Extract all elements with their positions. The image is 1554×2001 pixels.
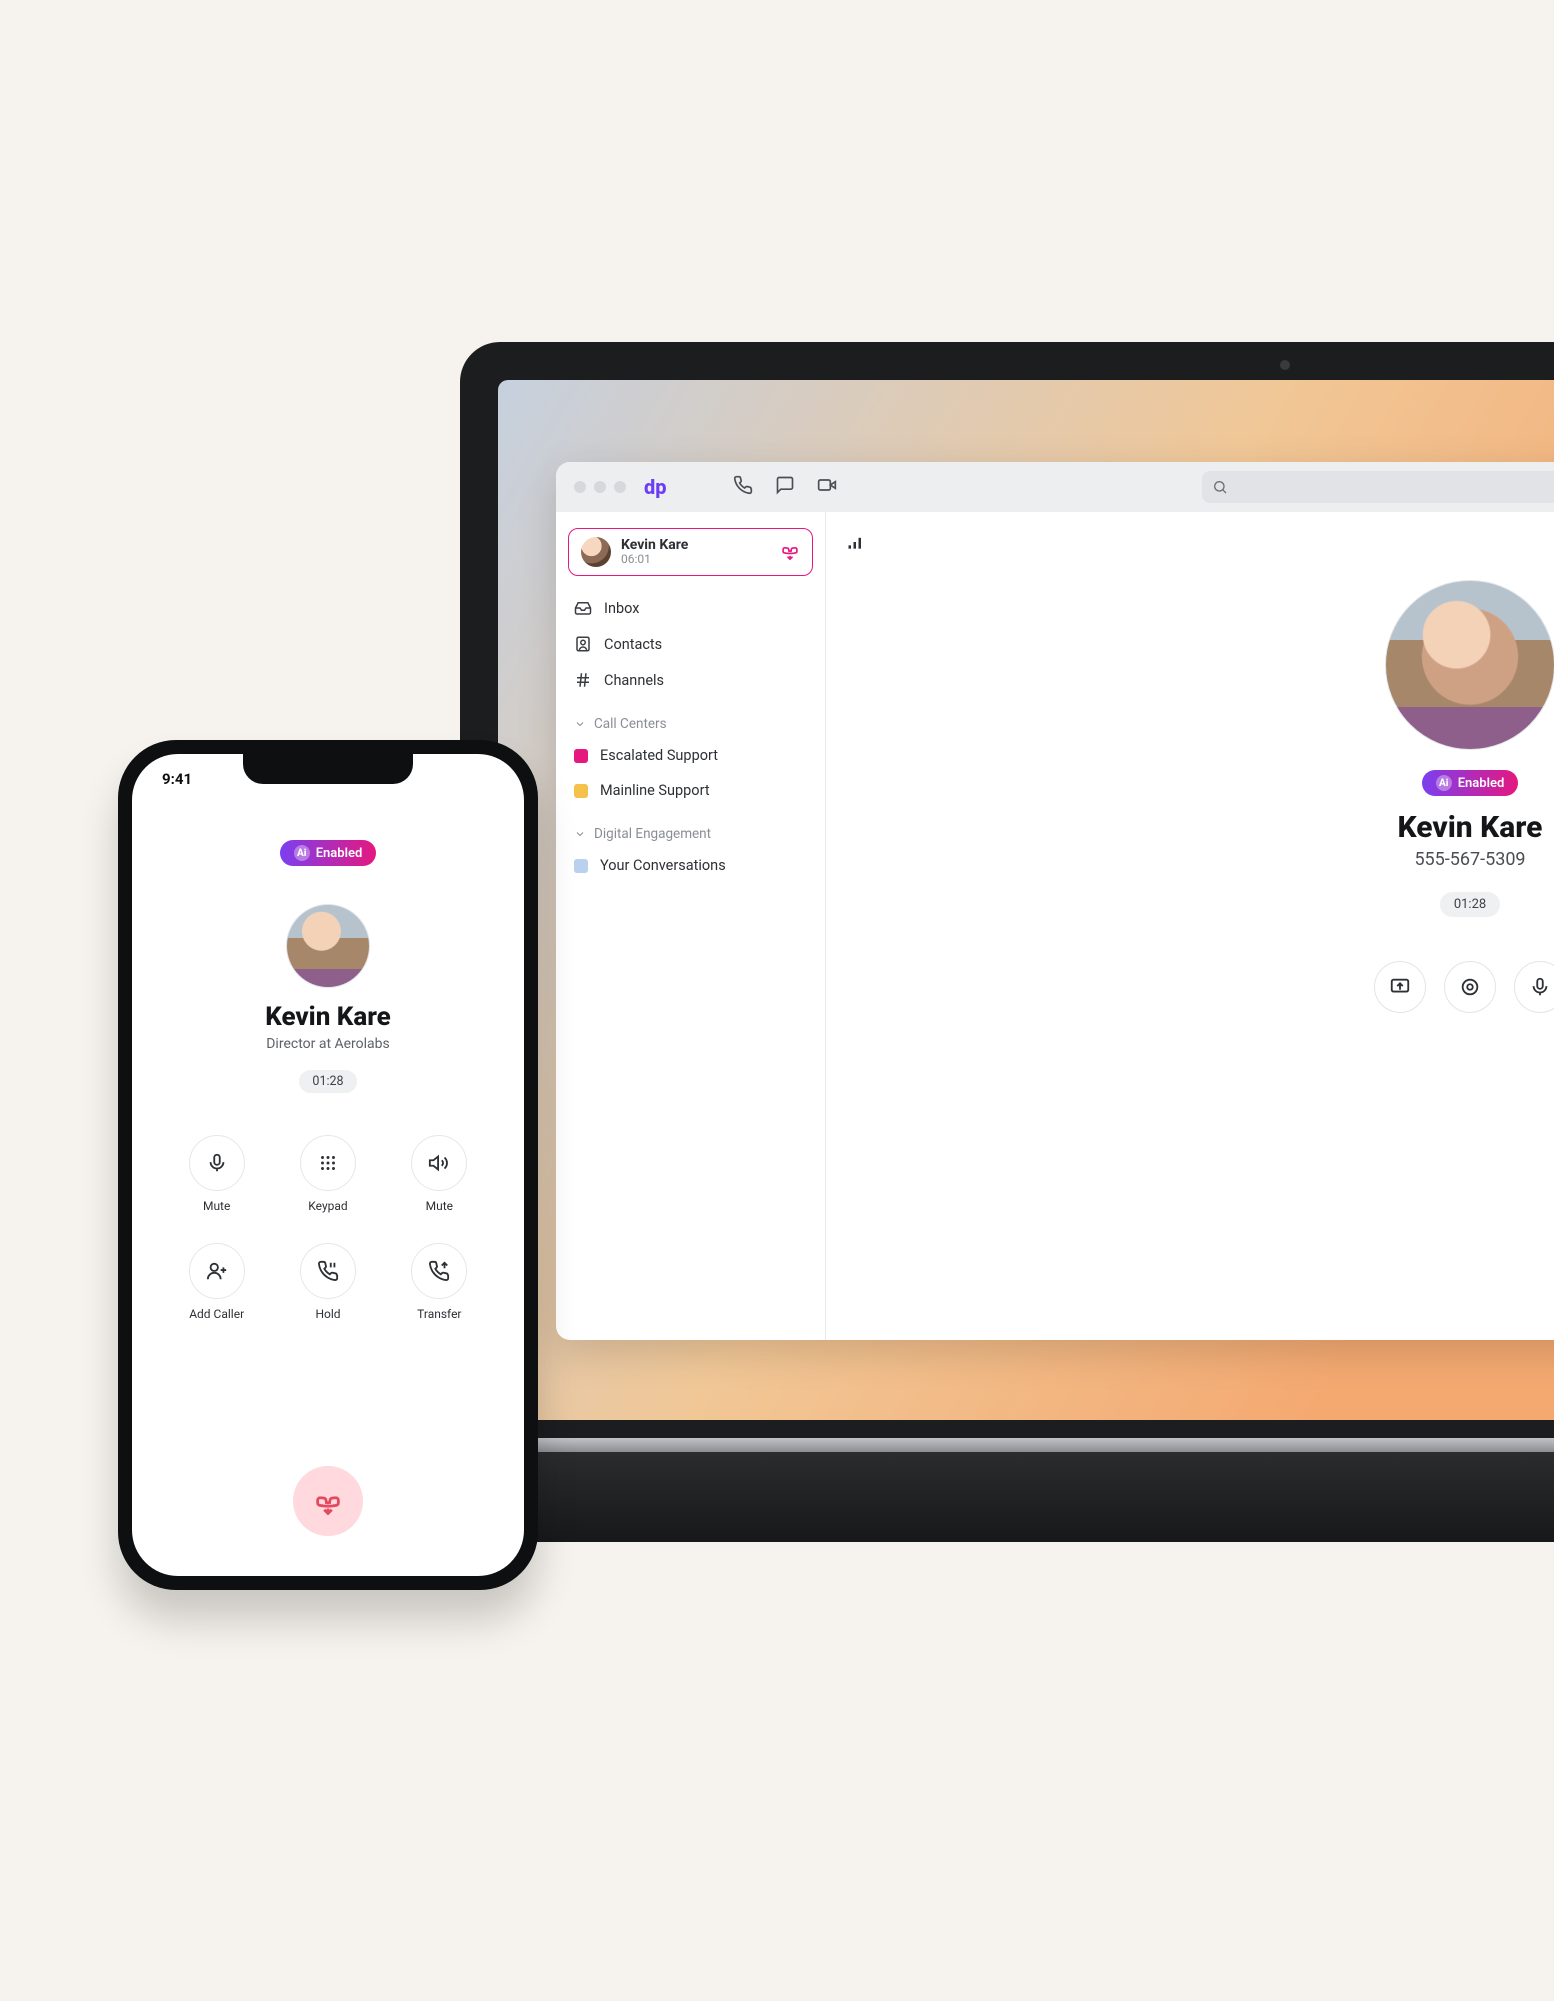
record-button[interactable] bbox=[1444, 961, 1496, 1013]
video-icon[interactable] bbox=[817, 475, 837, 499]
section-call-centers[interactable]: Call Centers bbox=[568, 698, 813, 738]
section-label: Call Centers bbox=[594, 716, 667, 732]
call-actions bbox=[1260, 961, 1554, 1013]
nav-inbox[interactable]: Inbox bbox=[568, 590, 813, 626]
contact-name: Kevin Kare bbox=[1260, 810, 1554, 845]
screenshare-button[interactable] bbox=[1374, 961, 1426, 1013]
color-swatch bbox=[574, 749, 588, 763]
action-label: Hold bbox=[315, 1307, 340, 1321]
app-logo: dp bbox=[644, 475, 667, 499]
section-digital[interactable]: Digital Engagement bbox=[568, 808, 813, 848]
traffic-light-min[interactable] bbox=[594, 481, 606, 493]
traffic-light-close[interactable] bbox=[574, 481, 586, 493]
contact-phone: 555-567-5309 bbox=[1260, 849, 1554, 870]
signal-icon bbox=[846, 537, 866, 556]
ai-enabled-badge: Ai Enabled bbox=[280, 840, 377, 866]
hangup-icon[interactable] bbox=[780, 540, 800, 564]
cc-mainline[interactable]: Mainline Support bbox=[568, 773, 813, 808]
ai-badge-label: Enabled bbox=[1458, 776, 1505, 791]
app-window: dp bbox=[556, 462, 1554, 1340]
contact-title: Director at Aerolabs bbox=[132, 1036, 524, 1052]
section-label: Digital Engagement bbox=[594, 826, 711, 842]
action-label: Mute bbox=[426, 1199, 453, 1213]
speaker-button[interactable] bbox=[411, 1135, 467, 1191]
hold-button[interactable] bbox=[300, 1243, 356, 1299]
call-timer: 01:28 bbox=[1440, 892, 1500, 917]
action-label: Mute bbox=[203, 1199, 230, 1213]
phone-frame: 9:41 Ai Enabled Kevin Kare Director at A… bbox=[118, 740, 538, 1590]
status-time: 9:41 bbox=[162, 770, 192, 788]
nav-label: Your Conversations bbox=[600, 857, 726, 874]
nav-contacts[interactable]: Contacts bbox=[568, 626, 813, 662]
laptop-screen: dp bbox=[498, 380, 1554, 1420]
call-timer: 01:28 bbox=[299, 1070, 356, 1093]
laptop-base bbox=[400, 1452, 1554, 1542]
action-label: Transfer bbox=[417, 1307, 461, 1321]
active-call-card[interactable]: Kevin Kare 06:01 bbox=[568, 528, 813, 576]
digital-your-conversations[interactable]: Your Conversations bbox=[568, 848, 813, 883]
ai-icon: Ai bbox=[294, 845, 310, 861]
call-duration: 06:01 bbox=[621, 553, 770, 567]
mute-button[interactable] bbox=[189, 1135, 245, 1191]
caller-name: Kevin Kare bbox=[621, 537, 770, 553]
color-swatch bbox=[574, 859, 588, 873]
nav-label: Contacts bbox=[604, 636, 662, 653]
nav-label: Inbox bbox=[604, 600, 639, 617]
traffic-light-max[interactable] bbox=[614, 481, 626, 493]
phone-action-grid: Mute Keypad Mute Add Caller bbox=[168, 1135, 488, 1321]
phone-notch bbox=[243, 754, 413, 784]
contact-profile: Ai Enabled Kevin Kare 555-567-5309 01:28 bbox=[1260, 580, 1554, 1013]
chat-icon[interactable] bbox=[775, 475, 795, 499]
transfer-button[interactable] bbox=[411, 1243, 467, 1299]
color-swatch bbox=[574, 784, 588, 798]
nav-label: Channels bbox=[604, 672, 664, 689]
nav-label: Mainline Support bbox=[600, 782, 710, 799]
search-input[interactable] bbox=[1202, 471, 1554, 503]
cc-escalated[interactable]: Escalated Support bbox=[568, 738, 813, 773]
keypad-button[interactable] bbox=[300, 1135, 356, 1191]
contact-avatar bbox=[286, 904, 370, 988]
chevron-down-icon bbox=[574, 828, 586, 840]
phone-screen: 9:41 Ai Enabled Kevin Kare Director at A… bbox=[132, 754, 524, 1576]
caller-avatar bbox=[581, 537, 611, 567]
main-area: Ai Enabled Kevin Kare 555-567-5309 01:28 bbox=[826, 512, 1554, 1340]
nav-channels[interactable]: Channels bbox=[568, 662, 813, 698]
ai-enabled-badge: Ai Enabled bbox=[1422, 770, 1519, 796]
action-label: Add Caller bbox=[189, 1307, 244, 1321]
laptop-camera bbox=[1280, 360, 1290, 370]
search-icon bbox=[1212, 479, 1228, 495]
contact-avatar bbox=[1385, 580, 1554, 750]
window-controls[interactable] bbox=[574, 481, 626, 493]
ai-icon: Ai bbox=[1436, 775, 1452, 791]
nav-label: Escalated Support bbox=[600, 747, 718, 764]
add-caller-button[interactable] bbox=[189, 1243, 245, 1299]
end-call-button[interactable] bbox=[293, 1466, 363, 1536]
laptop-frame: dp bbox=[460, 342, 1554, 1542]
phone-icon[interactable] bbox=[733, 475, 753, 499]
app-titlebar: dp bbox=[556, 462, 1554, 512]
contact-name: Kevin Kare bbox=[132, 1002, 524, 1032]
ai-badge-label: Enabled bbox=[316, 846, 363, 861]
mic-button[interactable] bbox=[1514, 961, 1554, 1013]
chevron-down-icon bbox=[574, 718, 586, 730]
sidebar: Kevin Kare 06:01 Inbox Contacts bbox=[556, 512, 826, 1340]
action-label: Keypad bbox=[308, 1199, 347, 1213]
search-field[interactable] bbox=[1202, 471, 1554, 503]
